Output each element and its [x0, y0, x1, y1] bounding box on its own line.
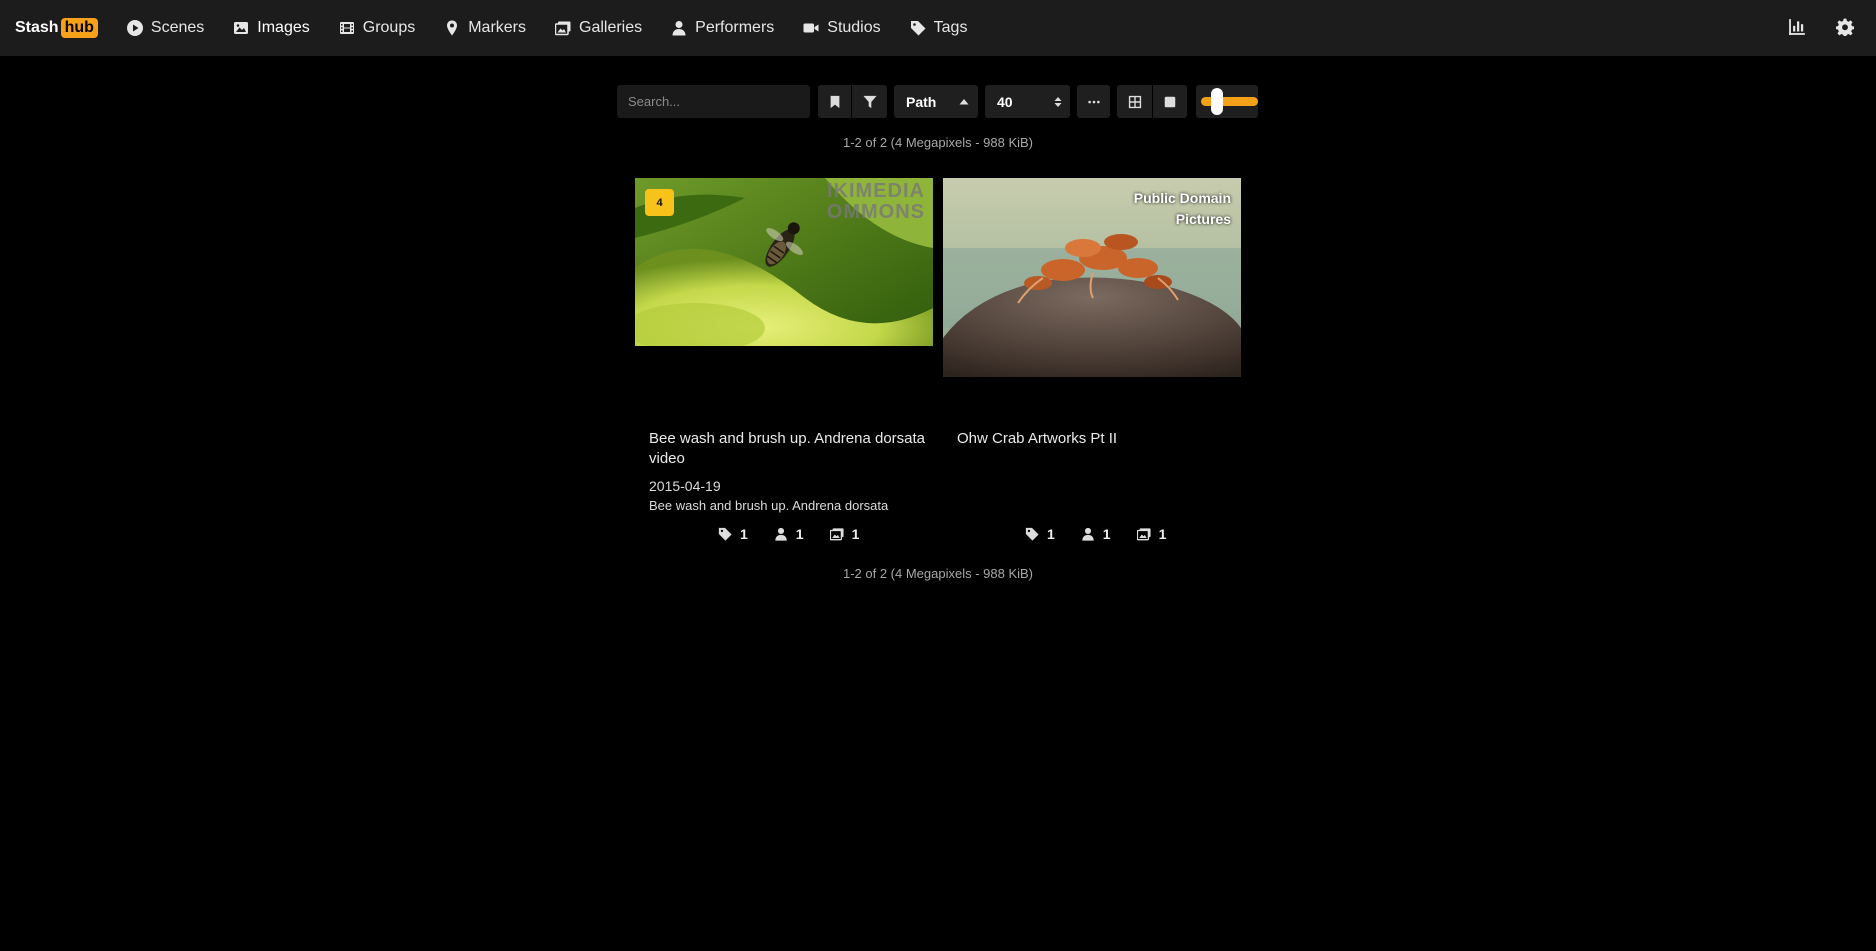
- nav-groups[interactable]: Groups: [339, 19, 415, 37]
- card-title[interactable]: Bee wash and brush up. Andrena dorsata v…: [649, 429, 929, 469]
- nav-tags[interactable]: Tags: [910, 19, 968, 37]
- filter-icon: [862, 95, 877, 108]
- brand-hub: hub: [60, 18, 98, 38]
- tags-count: 1: [1047, 526, 1055, 542]
- zoom-slider-thumb[interactable]: [1211, 88, 1223, 115]
- nav-galleries-label: Galleries: [579, 19, 643, 36]
- display-wall-button[interactable]: [1153, 85, 1187, 118]
- card-details: Bee wash and brush up. Andrena dorsata: [649, 498, 889, 513]
- sort-button-group: Path: [894, 85, 978, 118]
- galleries-popover-button[interactable]: 1: [829, 526, 860, 542]
- performers-count: 1: [795, 526, 804, 542]
- watermark: IKIMEDIA OMMONS: [827, 181, 925, 223]
- pagination-summary-top: 1-2 of 2 (4 Megapixels - 988 KiB): [842, 135, 1034, 150]
- zoom-slider-track: [1201, 97, 1258, 106]
- list-toolbar: Path 40: [617, 85, 1258, 118]
- square-icon: [1164, 96, 1176, 107]
- nav-studios[interactable]: Studios: [803, 19, 881, 37]
- nav-images-label: Images: [257, 19, 310, 36]
- stats-chart-icon[interactable]: [1788, 18, 1806, 36]
- images-icon: [829, 528, 844, 541]
- watermark-line-1: Public Domain: [1133, 190, 1231, 206]
- image-icon: [234, 22, 249, 34]
- card-popovers: 1 1 1: [718, 526, 859, 542]
- sort-by-label: Path: [906, 93, 937, 110]
- nav-markers[interactable]: Markers: [444, 19, 526, 37]
- watermark-line-2: Pictures: [1175, 211, 1231, 227]
- grid-icon: [1128, 95, 1141, 108]
- card-title[interactable]: Ohw Crab Artworks Pt II: [957, 429, 1237, 449]
- nav-performers-label: Performers: [695, 19, 775, 36]
- galleries-count: 1: [851, 526, 860, 542]
- top-navbar: Stash hub Scenes Images Groups Markers G…: [0, 0, 1876, 56]
- nav-scenes-label: Scenes: [150, 19, 205, 36]
- sort-direction-button[interactable]: [949, 85, 978, 118]
- saved-filter-button[interactable]: [818, 85, 851, 118]
- nav-markers-label: Markers: [468, 19, 526, 36]
- card-date: 2015-04-19: [649, 478, 721, 494]
- tag-icon: [910, 21, 926, 36]
- display-mode-group: [1117, 85, 1187, 118]
- performers-popover-button[interactable]: 1: [774, 526, 804, 542]
- ellipsis-icon: [1087, 100, 1100, 103]
- nav-scenes[interactable]: Scenes: [126, 19, 205, 37]
- caret-up-icon: [959, 98, 968, 104]
- per-page-value: 40: [997, 93, 1013, 110]
- images-icon: [1136, 528, 1151, 541]
- user-icon: [672, 21, 686, 36]
- image-count-badge: 4: [645, 189, 674, 216]
- nav-studios-label: Studios: [827, 19, 881, 36]
- user-icon: [775, 527, 787, 541]
- map-marker-icon: [447, 20, 458, 36]
- per-page-select[interactable]: 40: [985, 85, 1070, 118]
- performers-count: 1: [1102, 526, 1111, 542]
- image-thumbnail[interactable]: 4 IKIMEDIA OMMONS: [635, 178, 933, 378]
- bookmark-icon: [830, 95, 839, 108]
- sort-by-dropdown[interactable]: Path: [894, 85, 949, 118]
- nav-tags-label: Tags: [933, 19, 968, 36]
- brand-logo[interactable]: Stash hub: [15, 18, 98, 38]
- user-icon: [1082, 527, 1094, 541]
- nav-right-actions: [1788, 18, 1854, 36]
- image-thumbnail[interactable]: Public Domain Pictures: [943, 178, 1241, 378]
- sort-arrows-icon: [1054, 96, 1062, 107]
- galleries-count: 1: [1158, 526, 1167, 542]
- filter-button-group: [818, 85, 887, 118]
- play-circle-icon: [126, 20, 143, 36]
- tags-count: 1: [740, 526, 748, 542]
- more-options-button[interactable]: [1077, 85, 1110, 118]
- zoom-slider[interactable]: [1196, 85, 1258, 118]
- watermark-line-2: OMMONS: [826, 201, 925, 223]
- image-card[interactable]: Public Domain Pictures Ohw Crab Artworks…: [943, 178, 1241, 542]
- galleries-popover-button[interactable]: 1: [1136, 526, 1167, 542]
- display-grid-button[interactable]: [1117, 85, 1152, 118]
- film-icon: [339, 22, 354, 34]
- search-input[interactable]: [617, 85, 810, 118]
- tag-icon: [1025, 527, 1039, 541]
- filter-button[interactable]: [852, 85, 887, 118]
- image-card[interactable]: 4 IKIMEDIA OMMONS Bee wash and brush up.…: [635, 178, 933, 542]
- images-icon: [555, 21, 571, 36]
- nav-images[interactable]: Images: [233, 19, 310, 37]
- nav-groups-label: Groups: [362, 19, 416, 36]
- tags-popover-button[interactable]: 1: [1025, 526, 1055, 542]
- nav-performers[interactable]: Performers: [671, 19, 774, 37]
- brand-stash: Stash: [15, 19, 59, 36]
- tags-popover-button[interactable]: 1: [718, 526, 748, 542]
- video-icon: [803, 23, 819, 33]
- nav-galleries[interactable]: Galleries: [555, 19, 642, 37]
- watermark: Public Domain Pictures: [1134, 188, 1231, 230]
- tag-icon: [718, 527, 732, 541]
- card-popovers: 1 1 1: [1025, 526, 1166, 542]
- watermark-line-1: IKIMEDIA: [827, 180, 925, 202]
- performers-popover-button[interactable]: 1: [1081, 526, 1111, 542]
- pagination-summary-bottom: 1-2 of 2 (4 Megapixels - 988 KiB): [842, 566, 1034, 581]
- gear-icon[interactable]: [1836, 18, 1854, 36]
